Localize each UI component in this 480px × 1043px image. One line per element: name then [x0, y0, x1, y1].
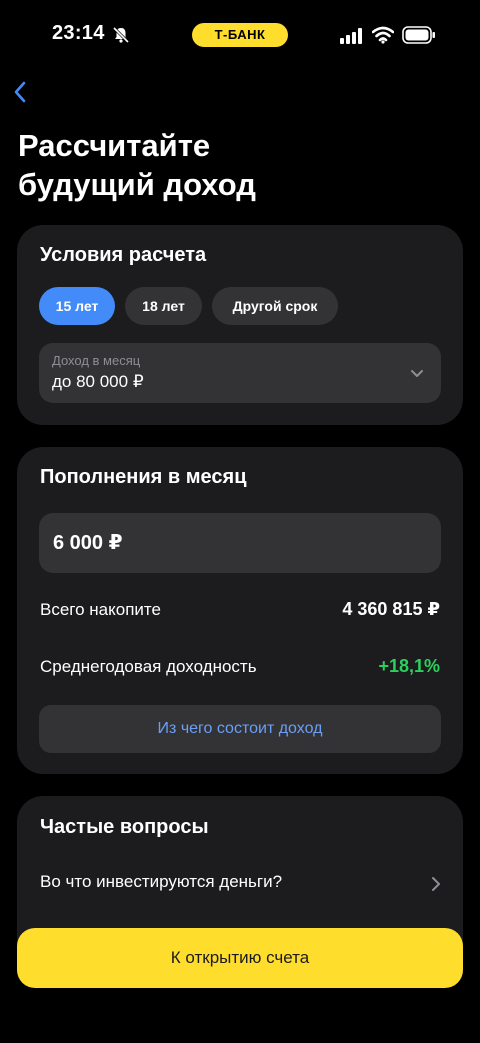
- topup-title: Пополнения в месяц: [40, 466, 247, 488]
- bank-badge[interactable]: Т-БАНК: [192, 23, 288, 47]
- yield-value: +18,1%: [378, 656, 440, 676]
- page-title-line2: будущий доход: [18, 167, 256, 202]
- status-bar: 23:14 Т-БАНК: [0, 0, 480, 70]
- total-label: Всего накопите: [40, 600, 161, 619]
- chip-other-term[interactable]: Другой срок: [212, 287, 338, 325]
- monthly-amount-input[interactable]: 6 000 ₽: [39, 513, 441, 573]
- topup-card: Пополнения в месяц 6 000 ₽ Всего накопит…: [17, 447, 463, 774]
- chip-15-years[interactable]: 15 лет: [39, 287, 115, 325]
- faq-item-label: Во что инвестируются деньги?: [40, 872, 283, 891]
- yield-label: Среднегодовая доходность: [40, 657, 257, 676]
- open-account-button[interactable]: К открытию счета: [17, 928, 463, 988]
- income-breakdown-button[interactable]: Из чего состоит доход: [39, 705, 441, 753]
- signal-icon: [340, 28, 362, 44]
- back-chevron-icon: [14, 81, 26, 103]
- battery-icon: [402, 26, 435, 44]
- conditions-title: Условия расчета: [40, 244, 207, 266]
- status-time: 23:14: [52, 22, 105, 44]
- page-title-line1: Рассчитайте: [18, 128, 211, 163]
- conditions-card: Условия расчета 15 лет 18 лет Другой сро…: [17, 225, 463, 425]
- back-button[interactable]: [4, 76, 36, 108]
- chevron-down-icon: [411, 370, 423, 377]
- bell-slash-icon: [112, 26, 130, 44]
- income-select-label: Доход в месяц: [52, 353, 141, 368]
- page-title: Рассчитайте будущий доход: [18, 126, 458, 204]
- total-value: 4 360 815 ₽: [342, 599, 440, 619]
- income-select[interactable]: Доход в месяц до 80 000 ₽: [39, 343, 441, 403]
- income-select-value: до 80 000 ₽: [52, 372, 144, 391]
- chip-18-years[interactable]: 18 лет: [125, 287, 202, 325]
- wifi-icon: [372, 26, 394, 44]
- chevron-right-icon: [432, 877, 440, 891]
- faq-title: Частые вопросы: [40, 816, 209, 838]
